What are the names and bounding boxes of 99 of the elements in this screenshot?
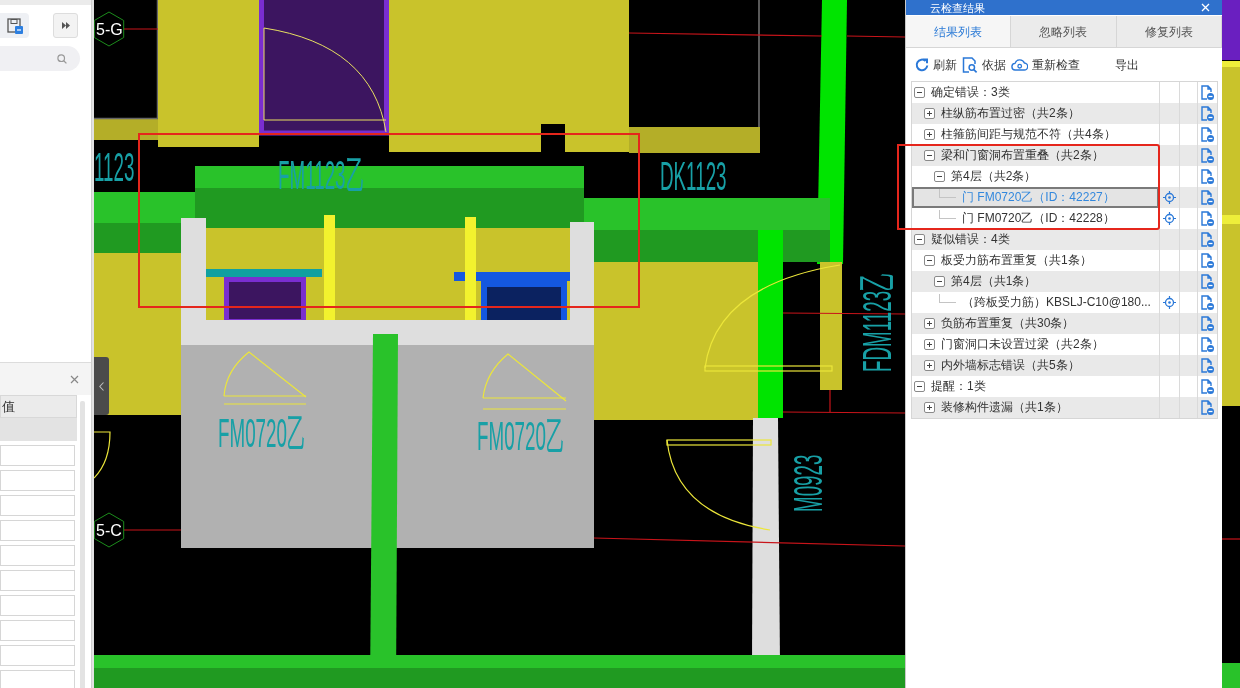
- input-field[interactable]: [0, 545, 75, 566]
- tree-item[interactable]: （跨板受力筋）KBSLJ-C10@180...: [912, 292, 1159, 313]
- plus-box-icon[interactable]: [924, 129, 935, 140]
- search-field[interactable]: [0, 46, 80, 71]
- basis-button[interactable]: 依据: [962, 54, 1006, 75]
- crosshair-icon[interactable]: [1163, 191, 1176, 204]
- door-label: FDM1123乙: [855, 272, 900, 372]
- axis-line: [1221, 538, 1240, 540]
- document-icon[interactable]: [1201, 169, 1214, 184]
- plus-box-icon[interactable]: [924, 360, 935, 371]
- document-icon[interactable]: [1201, 295, 1214, 310]
- export-button[interactable]: 导出: [1115, 54, 1139, 75]
- panel-title: 云检查结果: [930, 0, 985, 15]
- scrollbar[interactable]: [80, 401, 85, 688]
- fast-forward-icon: [61, 22, 70, 29]
- minus-box-icon[interactable]: [914, 234, 925, 245]
- plus-box-icon[interactable]: [924, 318, 935, 329]
- axis-label: 5-C: [96, 522, 122, 539]
- input-field[interactable]: [0, 620, 75, 641]
- document-icon[interactable]: [1201, 253, 1214, 268]
- door-label: FM1123乙: [278, 153, 365, 198]
- tree-item[interactable]: 第4层（共2条）: [912, 166, 1159, 187]
- axis-line: [123, 28, 159, 30]
- plus-box-icon[interactable]: [924, 339, 935, 350]
- tree-item[interactable]: 门 FM0720乙（ID：42228）: [912, 208, 1159, 229]
- tree-item[interactable]: 门窗洞口未设置过梁（共2条）: [912, 334, 1159, 355]
- door-swing-arc: [94, 431, 111, 479]
- crosshair-icon[interactable]: [1163, 296, 1176, 309]
- close-icon[interactable]: [70, 374, 79, 384]
- door-label: 1123: [94, 145, 135, 190]
- document-icon[interactable]: [1201, 106, 1214, 121]
- tree-connector-line: [939, 189, 956, 198]
- door-label: DK1123: [660, 154, 727, 199]
- refresh-button[interactable]: 刷新: [915, 54, 957, 75]
- document-icon[interactable]: [1201, 274, 1214, 289]
- beam: [1222, 663, 1240, 688]
- axis-marker: [94, 512, 125, 548]
- tree-item[interactable]: 梁和门窗洞布置重叠（共2条）: [912, 145, 1159, 166]
- input-field[interactable]: [0, 470, 75, 491]
- tree-item[interactable]: 柱箍筋间距与规范不符（共4条）: [912, 124, 1159, 145]
- document-search-icon: [962, 56, 978, 73]
- door-label: M0923: [786, 454, 831, 512]
- recheck-button[interactable]: 重新检查: [1011, 54, 1080, 75]
- minus-box-icon[interactable]: [914, 381, 925, 392]
- input-field[interactable]: [0, 445, 75, 466]
- door-opening: [1222, 0, 1240, 60]
- document-icon[interactable]: [1201, 127, 1214, 142]
- tree-item[interactable]: 提醒：1类: [912, 376, 1159, 397]
- tree-item[interactable]: 确定错误：3类: [912, 82, 1159, 103]
- input-field[interactable]: [0, 495, 75, 516]
- tree-connector-line: [939, 210, 956, 219]
- document-icon[interactable]: [1201, 148, 1214, 163]
- cad-canvas[interactable]: [94, 0, 1240, 688]
- axis-label: 5-G: [96, 21, 123, 38]
- tree-item[interactable]: 板受力筋布置重复（共1条）: [912, 250, 1159, 271]
- document-icon[interactable]: [1201, 85, 1214, 100]
- search-icon: [57, 53, 67, 64]
- crosshair-icon[interactable]: [1163, 212, 1176, 225]
- tree-item[interactable]: 第4层（共1条）: [912, 271, 1159, 292]
- tab[interactable]: 结果列表: [906, 16, 1012, 47]
- expand-button[interactable]: [53, 13, 78, 38]
- input-field[interactable]: [0, 670, 75, 688]
- tree-item[interactable]: 柱纵筋布置过密（共2条）: [912, 103, 1159, 124]
- axis-line: [123, 529, 182, 531]
- door-label: FM0720乙: [477, 414, 565, 459]
- minus-box-icon[interactable]: [914, 87, 925, 98]
- tab[interactable]: 修复列表: [1116, 16, 1222, 47]
- column-header: 值: [0, 395, 77, 418]
- document-icon[interactable]: [1201, 358, 1214, 373]
- minus-box-icon[interactable]: [924, 150, 935, 161]
- tree-item[interactable]: 装修构件遗漏（共1条）: [912, 397, 1159, 418]
- tab[interactable]: 忽略列表: [1011, 16, 1117, 47]
- document-icon[interactable]: [1201, 316, 1214, 331]
- input-field[interactable]: [0, 645, 75, 666]
- document-icon[interactable]: [1201, 211, 1214, 226]
- document-icon[interactable]: [1201, 400, 1214, 415]
- document-icon[interactable]: [1201, 232, 1214, 247]
- input-field[interactable]: [0, 570, 75, 591]
- minus-box-icon[interactable]: [934, 171, 945, 182]
- input-field[interactable]: [0, 595, 75, 616]
- cloud-icon: [1011, 58, 1028, 71]
- door-label: FM0720乙: [218, 411, 306, 456]
- plus-box-icon[interactable]: [924, 402, 935, 413]
- tree-connector-line: [939, 294, 956, 303]
- tree-item[interactable]: 负筋布置重复（共30条）: [912, 313, 1159, 334]
- tree-item[interactable]: 内外墙标志错误（共5条）: [912, 355, 1159, 376]
- refresh-icon: [915, 57, 929, 72]
- axis-line: [846, 35, 906, 38]
- minus-box-icon[interactable]: [934, 276, 945, 287]
- axis-marker: [94, 11, 125, 47]
- document-icon[interactable]: [1201, 337, 1214, 352]
- document-icon[interactable]: [1201, 379, 1214, 394]
- plus-box-icon[interactable]: [924, 108, 935, 119]
- minus-box-icon[interactable]: [924, 255, 935, 266]
- input-field[interactable]: [0, 520, 75, 541]
- chevron-left-icon: [99, 381, 104, 391]
- document-icon[interactable]: [1201, 190, 1214, 205]
- save-view-button[interactable]: [0, 13, 29, 38]
- tree-item[interactable]: 疑似错误：4类: [912, 229, 1159, 250]
